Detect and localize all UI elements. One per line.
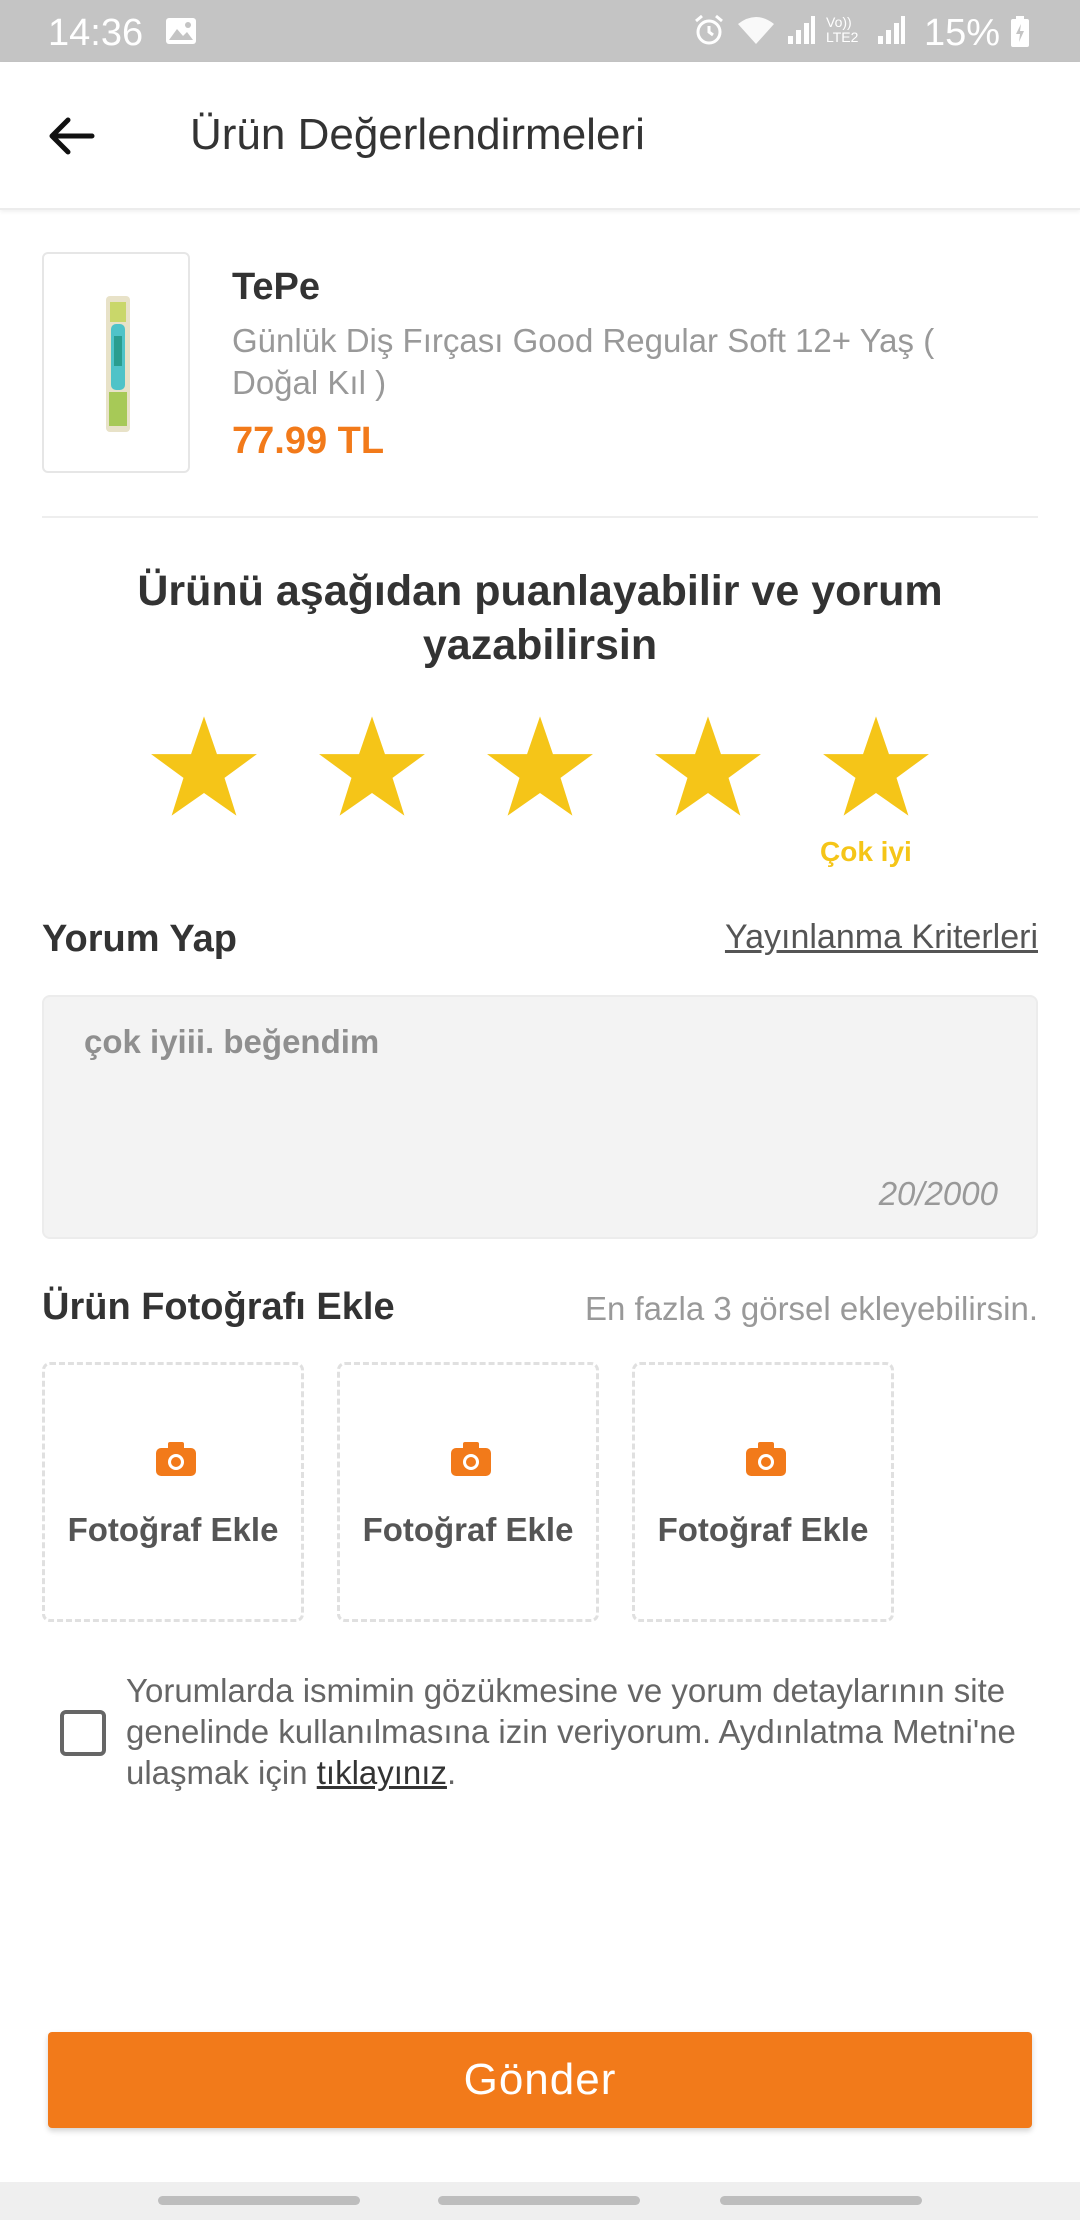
- nav-recents-handle[interactable]: [720, 2196, 922, 2205]
- add-photo-button[interactable]: Fotoğraf Ekle: [632, 1362, 894, 1622]
- character-counter: 20/2000: [878, 1175, 998, 1212]
- product-price: 77.99 TL: [232, 420, 385, 462]
- add-photo-label: Fotoğraf Ekle: [657, 1511, 869, 1548]
- star-icon[interactable]: [318, 714, 426, 818]
- product-image: [42, 252, 190, 473]
- consent-checkbox[interactable]: [60, 1710, 106, 1756]
- comment-text: çok iyiii. beğendim: [84, 1023, 380, 1060]
- signal-icon-2: [878, 16, 905, 44]
- comment-heading: Yorum Yap: [42, 918, 237, 960]
- image-notification-icon: [166, 18, 196, 44]
- navigation-bar: [0, 2182, 1080, 2220]
- star-icon[interactable]: [486, 714, 594, 818]
- product-summary: TePe Günlük Diş Fırçası Good Regular Sof…: [42, 252, 1042, 517]
- system-icons: Vo)) LTE2: [692, 13, 906, 47]
- signal-icon: [788, 16, 815, 44]
- app-bar: Ürün Değerlendirmeleri: [0, 62, 1080, 210]
- comment-textarea[interactable]: çok iyiii. beğendim 20/2000: [42, 995, 1038, 1239]
- add-photo-label: Fotoğraf Ekle: [67, 1511, 279, 1548]
- status-time: 14:36: [48, 12, 144, 54]
- star-icon[interactable]: [654, 714, 762, 818]
- page-title: Ürün Değerlendirmeleri: [190, 110, 645, 159]
- arrow-left-icon[interactable]: [44, 108, 100, 164]
- nav-home-handle[interactable]: [438, 2196, 640, 2205]
- battery-percent: 15%: [924, 12, 1001, 54]
- nav-back-handle[interactable]: [158, 2196, 360, 2205]
- star-rating: [150, 714, 940, 824]
- consent-text-suffix: .: [446, 1754, 457, 1791]
- consent-text: Yorumlarda ismimin gözükmesine ve yorum …: [126, 1670, 1046, 1793]
- photo-hint: En fazla 3 görsel ekleyebilirsin.: [584, 1290, 1038, 1327]
- publish-criteria-link[interactable]: Yayınlanma Kriterleri: [725, 918, 1038, 957]
- divider: [42, 516, 1038, 518]
- privacy-notice-link[interactable]: tıklayınız: [317, 1754, 447, 1791]
- network-label: Vo)) LTE2: [826, 14, 859, 45]
- camera-icon: [156, 1442, 196, 1476]
- status-bar: 14:36 Vo)) LTE2 15%: [0, 0, 1080, 62]
- consent-text-body: Yorumlarda ismimin gözükmesine ve yorum …: [126, 1672, 1016, 1791]
- product-name: Günlük Diş Fırçası Good Regular Soft 12+…: [232, 322, 935, 401]
- camera-icon: [746, 1442, 786, 1476]
- star-icon[interactable]: [822, 714, 930, 818]
- add-photo-button[interactable]: Fotoğraf Ekle: [337, 1362, 599, 1622]
- rating-title: Ürünü aşağıdan puanlayabilir ve yorum ya…: [137, 567, 943, 669]
- product-brand: TePe: [232, 266, 321, 308]
- photo-heading: Ürün Fotoğrafı Ekle: [42, 1286, 395, 1328]
- rating-label: Çok iyi: [820, 836, 912, 867]
- submit-button[interactable]: Gönder: [48, 2032, 1032, 2128]
- add-photo-label: Fotoğraf Ekle: [362, 1511, 574, 1548]
- alarm-icon: [695, 14, 723, 45]
- add-photo-button[interactable]: Fotoğraf Ekle: [42, 1362, 304, 1622]
- wifi-icon: [738, 17, 774, 44]
- star-icon[interactable]: [150, 714, 258, 818]
- battery-charging-icon: [1011, 16, 1029, 47]
- toothbrush-image: [106, 296, 130, 432]
- camera-icon: [451, 1442, 491, 1476]
